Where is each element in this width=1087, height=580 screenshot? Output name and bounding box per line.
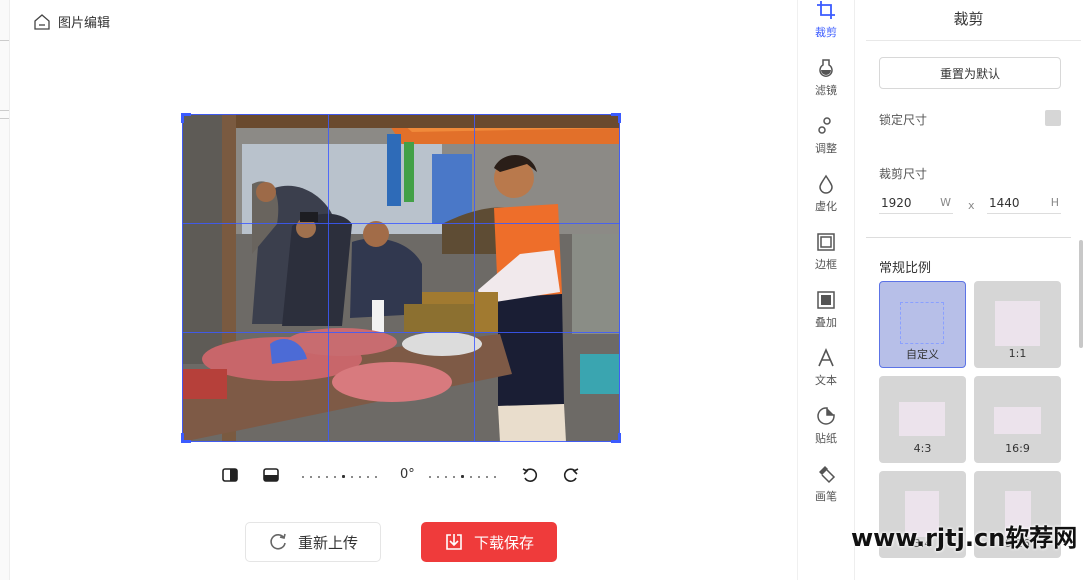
crop-size-label: 裁剪尺寸	[879, 167, 928, 181]
rotate-slider-right[interactable]	[429, 475, 496, 478]
tool-label: 文本	[815, 374, 837, 387]
size-separator: x	[968, 199, 975, 212]
ratio-label: 1:1	[1008, 347, 1027, 360]
reupload-button[interactable]: 重新上传	[245, 522, 381, 562]
tool-overlay[interactable]: 叠加	[798, 290, 854, 340]
left-edge-strip	[0, 0, 10, 580]
page-title: 图片编辑	[58, 16, 111, 31]
tool-label: 滤镜	[815, 84, 837, 97]
border-icon	[817, 233, 835, 251]
tool-text[interactable]: 文本	[798, 348, 854, 398]
tool-label: 叠加	[815, 316, 837, 329]
grid-line-h1	[182, 223, 620, 224]
panel-scrollbar[interactable]	[1079, 240, 1083, 348]
blur-icon	[819, 174, 833, 194]
reset-default-button[interactable]: 重置为默认	[879, 57, 1061, 89]
rotate-slider-left[interactable]	[302, 475, 377, 478]
grid-line-h2	[182, 332, 620, 333]
ratio-label: 自定义	[906, 348, 939, 361]
tool-label: 虚化	[815, 200, 837, 213]
height-field[interactable]: 1440 H	[987, 192, 1061, 214]
refresh-icon	[270, 533, 286, 550]
watermark-text: www.rjtj.cn软荐网	[851, 524, 1078, 552]
app-root: 图片编辑 0° 重新上传 下载保存 裁剪 滤镜 调整 虚化 边框 叠加 文本 贴…	[0, 0, 1087, 580]
ratio-card-4-3[interactable]: 4:3	[879, 376, 966, 463]
flip-horizontal-icon[interactable]	[222, 466, 238, 484]
market-photo	[182, 114, 620, 442]
ratio-card-custom[interactable]: 自定义	[879, 281, 966, 368]
rotate-left-icon[interactable]	[522, 466, 538, 484]
filter-icon	[819, 59, 833, 77]
tool-label: 调整	[815, 142, 837, 155]
grid-line-v2	[474, 114, 475, 442]
image-canvas[interactable]	[182, 114, 620, 442]
tool-sticker[interactable]: 贴纸	[798, 406, 854, 456]
ratio-card-1-1[interactable]: 1:1	[974, 281, 1061, 368]
ratio-label: 4:3	[913, 442, 932, 455]
download-icon	[446, 534, 462, 550]
header[interactable]: 图片编辑	[33, 12, 110, 31]
lock-size-checkbox[interactable]	[1045, 110, 1061, 126]
section-divider	[866, 237, 1071, 238]
width-value: 1920	[881, 195, 912, 210]
home-icon[interactable]	[33, 13, 51, 31]
save-label: 下载保存	[473, 533, 534, 552]
sticker-icon	[817, 407, 835, 425]
ratio-label: 16:9	[1005, 442, 1030, 455]
rotate-angle: 0°	[400, 467, 415, 482]
overlay-icon	[817, 291, 835, 309]
panel-divider	[866, 40, 1081, 41]
tool-label: 贴纸	[815, 432, 837, 445]
tool-label: 裁剪	[815, 26, 837, 39]
tool-column: 裁剪 滤镜 调整 虚化 边框 叠加 文本 贴纸 画笔	[797, 0, 855, 580]
crop-panel: 裁剪 重置为默认 锁定尺寸 裁剪尺寸 1920 W x 1440 H 常规比例 …	[856, 0, 1087, 580]
tool-label: 画笔	[815, 490, 837, 503]
ratio-card-16-9[interactable]: 16:9	[974, 376, 1061, 463]
brush-icon	[819, 466, 836, 484]
ratio-section-label: 常规比例	[879, 261, 932, 276]
tool-filter[interactable]: 滤镜	[798, 58, 854, 108]
width-unit: W	[940, 196, 951, 209]
flip-vertical-icon[interactable]	[263, 466, 279, 484]
reupload-label: 重新上传	[297, 533, 358, 552]
rotate-bar: 0°	[222, 466, 582, 486]
lock-size-label: 锁定尺寸	[879, 113, 928, 127]
panel-title: 裁剪	[953, 10, 984, 28]
tool-adjust[interactable]: 调整	[798, 116, 854, 166]
height-unit: H	[1050, 196, 1059, 209]
text-icon	[818, 348, 834, 367]
tool-label: 边框	[815, 258, 837, 271]
download-save-button[interactable]: 下载保存	[421, 522, 557, 562]
rotate-right-icon[interactable]	[563, 466, 579, 484]
crop-icon	[817, 1, 835, 19]
height-value: 1440	[989, 195, 1020, 210]
tool-border[interactable]: 边框	[798, 232, 854, 282]
adjust-icon	[818, 117, 831, 134]
tool-brush[interactable]: 画笔	[798, 464, 854, 514]
width-field[interactable]: 1920 W	[879, 192, 953, 214]
tool-crop[interactable]: 裁剪	[798, 0, 854, 50]
grid-line-v1	[328, 114, 329, 442]
tool-blur[interactable]: 虚化	[798, 174, 854, 224]
